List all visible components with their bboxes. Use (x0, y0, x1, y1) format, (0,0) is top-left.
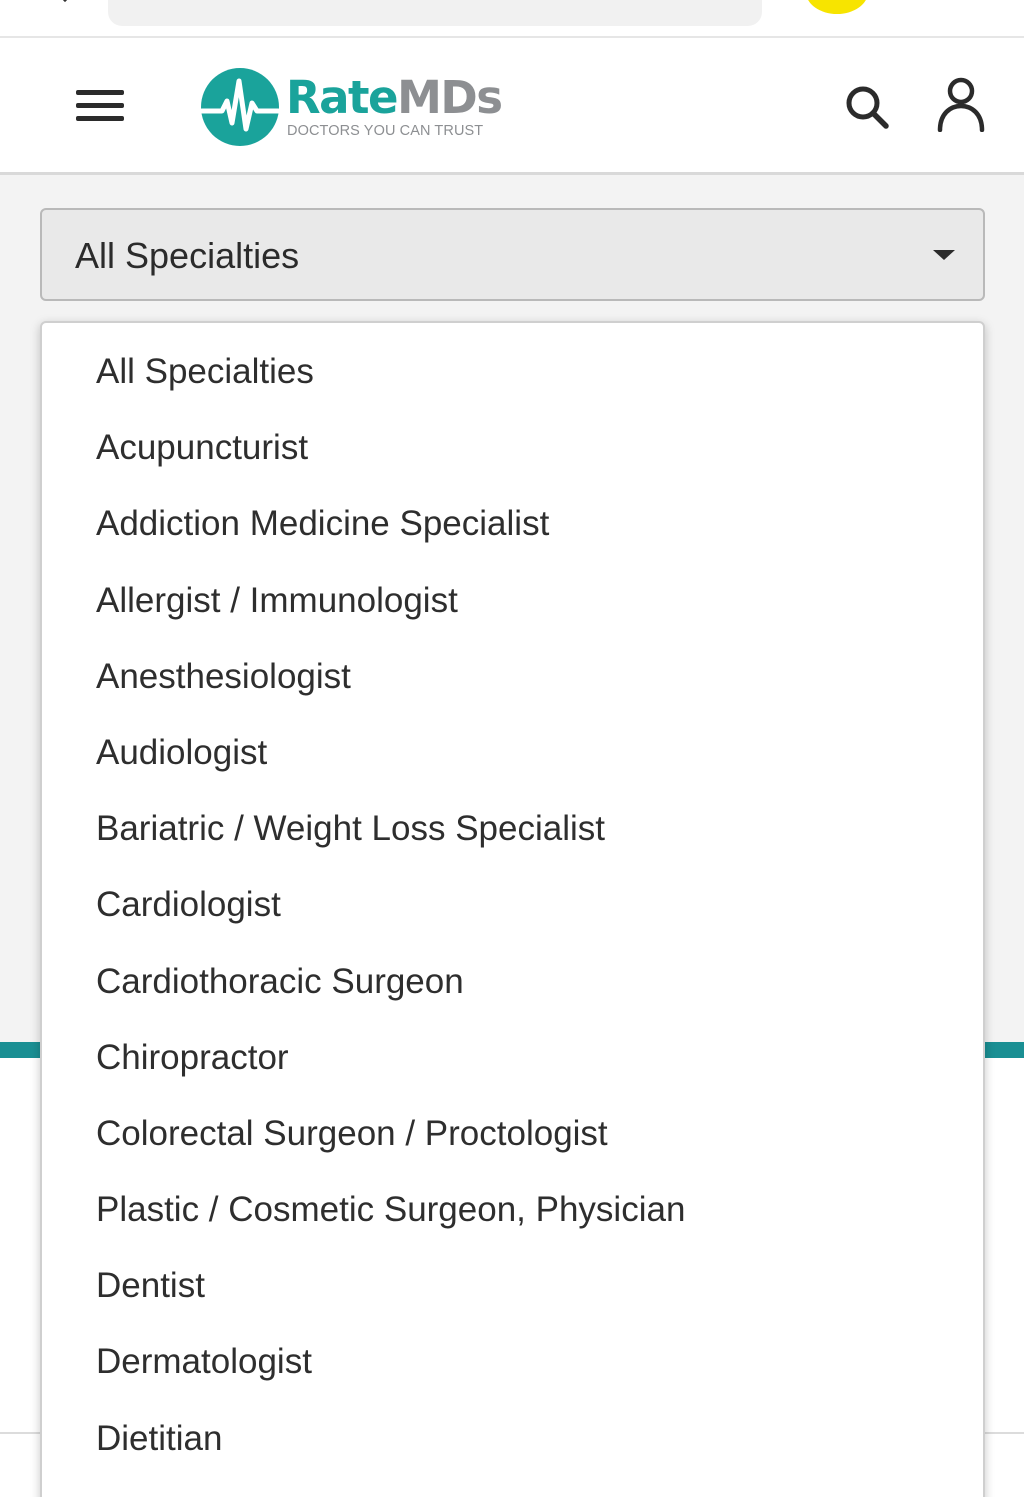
specialty-dropdown-list[interactable]: All Specialties Acupuncturist Addiction … (40, 321, 985, 1497)
caret-down-icon (933, 250, 955, 260)
specialty-option-dermatologist[interactable]: Dermatologist (42, 1324, 983, 1400)
specialty-option-acupuncturist[interactable]: Acupuncturist (42, 410, 983, 486)
specialty-option-cardiothoracic-surgeon[interactable]: Cardiothoracic Surgeon (42, 944, 983, 1020)
browser-address-bar[interactable] (108, 0, 762, 26)
specialty-option-allergist[interactable]: Allergist / Immunologist (42, 563, 983, 639)
specialty-option-colorectal-surgeon[interactable]: Colorectal Surgeon / Proctologist (42, 1096, 983, 1172)
specialty-option-anesthesiologist[interactable]: Anesthesiologist (42, 639, 983, 715)
hamburger-menu-icon[interactable] (76, 88, 124, 124)
logo-wordmark: RateMDs (286, 71, 503, 124)
chevron-down-icon[interactable] (58, 0, 72, 4)
logo-tagline: DOCTORS YOU CAN TRUST (287, 123, 484, 139)
ratemds-logo[interactable]: RateMDs DOCTORS YOU CAN TRUST (200, 67, 503, 149)
specialty-option-chiropractor[interactable]: Chiropractor (42, 1020, 983, 1096)
specialty-option-audiologist[interactable]: Audiologist (42, 715, 983, 791)
specialty-select[interactable]: All Specialties (40, 208, 985, 301)
specialty-option-addiction-medicine[interactable]: Addiction Medicine Specialist (42, 486, 983, 562)
user-icon[interactable] (936, 76, 986, 132)
specialty-select-value: All Specialties (75, 235, 300, 276)
browser-badge[interactable] (806, 0, 868, 14)
site-header: RateMDs DOCTORS YOU CAN TRUST (0, 38, 1024, 175)
browser-toolbar (0, 0, 1024, 38)
page: RateMDs DOCTORS YOU CAN TRUST All Specia… (0, 0, 1024, 1497)
specialty-option-all[interactable]: All Specialties (42, 334, 983, 410)
specialty-option-cardiologist[interactable]: Cardiologist (42, 867, 983, 943)
specialty-option-bariatric[interactable]: Bariatric / Weight Loss Specialist (42, 791, 983, 867)
specialty-option-plastic-surgeon[interactable]: Plastic / Cosmetic Surgeon, Physician (42, 1172, 983, 1248)
specialty-option-dentist[interactable]: Dentist (42, 1248, 983, 1324)
specialty-option-dietitian[interactable]: Dietitian (42, 1401, 983, 1477)
search-icon[interactable] (844, 84, 890, 130)
heartbeat-logo-icon (200, 68, 280, 146)
